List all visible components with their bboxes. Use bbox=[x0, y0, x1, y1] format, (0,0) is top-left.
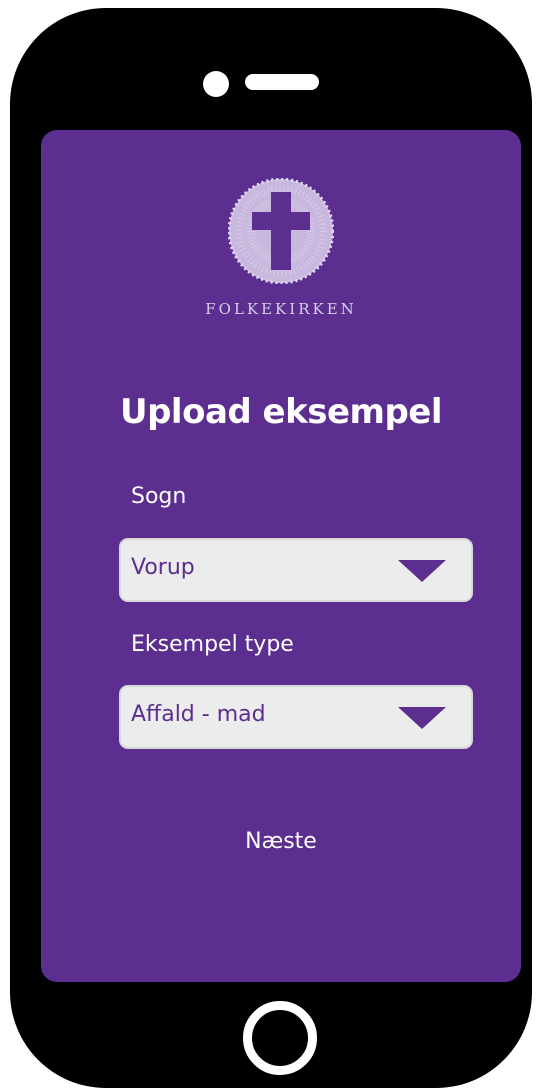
example-type-select[interactable]: Affald - mad bbox=[119, 685, 473, 749]
example-type-select-value: Affald - mad bbox=[131, 702, 266, 727]
example-type-label: Eksempel type bbox=[131, 632, 294, 657]
phone-frame: FOLKEKIRKEN Upload eksempel Sogn Vorup E… bbox=[10, 8, 532, 1088]
parish-label: Sogn bbox=[131, 484, 187, 509]
brand-name: FOLKEKIRKEN bbox=[205, 300, 357, 318]
speaker-grille bbox=[245, 74, 319, 90]
folkekirken-logo-icon bbox=[228, 178, 334, 284]
parish-select[interactable]: Vorup bbox=[119, 538, 473, 602]
front-camera bbox=[203, 71, 229, 97]
next-button[interactable]: Næste bbox=[211, 820, 351, 864]
home-button[interactable] bbox=[243, 1001, 317, 1075]
parish-select-value: Vorup bbox=[131, 555, 195, 580]
page-title: Upload eksempel bbox=[119, 392, 443, 432]
chevron-down-icon bbox=[398, 707, 446, 729]
app-screen: FOLKEKIRKEN Upload eksempel Sogn Vorup E… bbox=[41, 130, 521, 982]
chevron-down-icon bbox=[398, 560, 446, 582]
